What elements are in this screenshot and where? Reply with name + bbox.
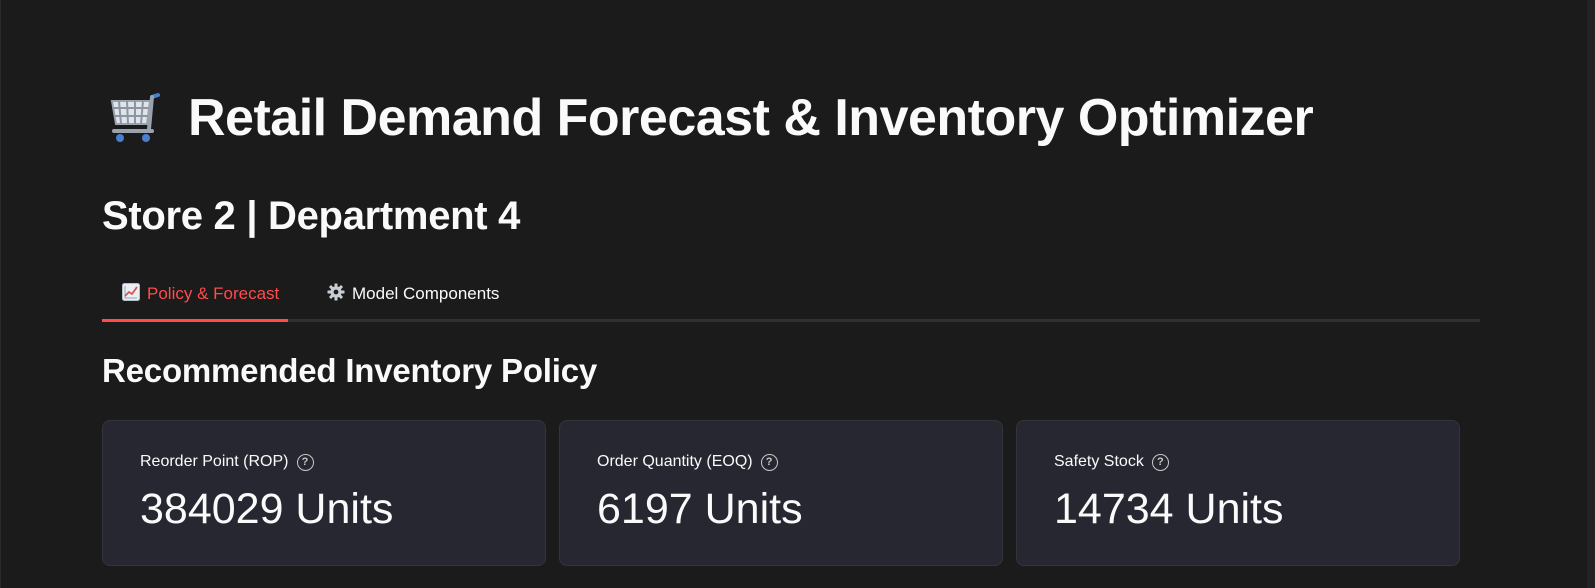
gear-icon (327, 283, 345, 306)
tab-policy-forecast[interactable]: Policy & Forecast (122, 268, 279, 320)
tab-label: Model Components (352, 284, 500, 303)
app-title: Retail Demand Forecast & Inventory Optim… (108, 88, 1314, 148)
metric-value: 6197 Units (597, 485, 803, 533)
metric-card-eoq: Order Quantity (EOQ) ? 6197 Units (559, 420, 1003, 566)
metric-label-row: Order Quantity (EOQ) ? (597, 453, 778, 471)
metric-value: 14734 Units (1054, 485, 1284, 533)
active-tab-indicator (102, 319, 288, 322)
app-page: Retail Demand Forecast & Inventory Optim… (0, 0, 1595, 588)
question-circle-icon[interactable]: ? (760, 453, 778, 471)
metric-label-row: Safety Stock ? (1054, 453, 1169, 471)
metric-card-safety-stock: Safety Stock ? 14734 Units (1016, 420, 1460, 566)
tab-label: Policy & Forecast (147, 284, 280, 303)
scrollbar[interactable] (1587, 0, 1595, 588)
tab-model-components[interactable]: Model Components (327, 268, 499, 320)
chart-increasing-icon (122, 282, 140, 306)
metric-label: Reorder Point (ROP) (140, 453, 289, 470)
section-title: Recommended Inventory Policy (102, 352, 598, 389)
tab-bar: Policy & Forecast Model Components (102, 268, 1480, 322)
metric-label-row: Reorder Point (ROP) ? (140, 453, 314, 471)
metrics-row: Reorder Point (ROP) ? 384029 Units Order… (102, 420, 1480, 566)
shopping-cart-icon (108, 91, 166, 145)
metric-label: Safety Stock (1054, 453, 1144, 470)
question-circle-icon[interactable]: ? (296, 453, 314, 471)
store-department-subheader: Store 2 | Department 4 (102, 194, 521, 238)
question-circle-icon[interactable]: ? (1151, 453, 1169, 471)
metric-value: 384029 Units (140, 485, 394, 533)
app-title-text: Retail Demand Forecast & Inventory Optim… (188, 89, 1314, 147)
metric-label: Order Quantity (EOQ) (597, 453, 753, 470)
metric-card-rop: Reorder Point (ROP) ? 384029 Units (102, 420, 546, 566)
